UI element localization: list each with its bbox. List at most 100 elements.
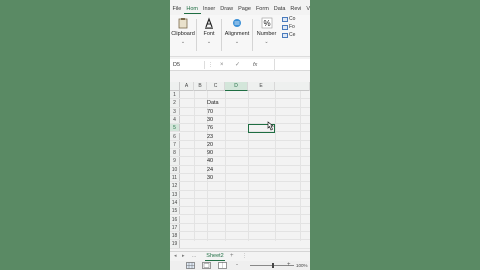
table-row: 3 70	[170, 107, 310, 116]
cell-b11[interactable]: 30	[207, 174, 213, 182]
svg-text:%: %	[263, 19, 270, 28]
row-header[interactable]: 12	[170, 182, 180, 190]
row-header[interactable]: 18	[170, 232, 180, 240]
column-header-c[interactable]: C	[207, 82, 225, 91]
enter-button[interactable]: ✓	[235, 60, 240, 70]
font-icon	[205, 17, 213, 29]
row-header[interactable]: 11	[170, 174, 180, 182]
row-header[interactable]: 13	[170, 190, 180, 198]
table-row: 9 40	[170, 157, 310, 166]
cell-b7[interactable]: 20	[207, 141, 213, 149]
column-header-row: ABCDE	[170, 82, 310, 91]
table-row: 2 Data	[170, 99, 310, 108]
format-as-table-button[interactable]: Fo	[282, 23, 310, 31]
status-bar: - + 100%	[170, 261, 310, 270]
alignment-icon	[233, 19, 241, 27]
number-group[interactable]: % Number ⌄	[253, 15, 280, 57]
row-header[interactable]: 16	[170, 215, 180, 223]
clipboard-group[interactable]: Clipboard ⌄	[170, 15, 196, 57]
cell-b2[interactable]: Data	[207, 99, 219, 107]
cell-b4[interactable]: 30	[207, 116, 213, 124]
table-row: 5 76	[170, 124, 310, 133]
tab-page[interactable]: Page	[236, 4, 254, 14]
column-header-b[interactable]: B	[194, 82, 207, 91]
clipboard-icon	[178, 18, 188, 29]
table-row: 17	[170, 223, 310, 233]
zoom-slider-thumb[interactable]	[272, 263, 274, 268]
tab-hom[interactable]: Hom	[183, 4, 201, 14]
conditional-formatting-button[interactable]: Co	[282, 15, 310, 23]
zoom-in-button[interactable]: +	[287, 261, 291, 270]
zoom-out-button[interactable]: -	[236, 261, 238, 270]
sheet-options-icon: ⋮	[242, 253, 247, 259]
name-box[interactable]: D5	[171, 61, 205, 69]
table-row: 6 23	[170, 132, 310, 141]
cancel-button[interactable]: ×	[220, 60, 224, 70]
tab-inser[interactable]: Inser	[201, 4, 218, 14]
column-header-partial[interactable]	[300, 82, 310, 91]
cell-b10[interactable]: 24	[207, 166, 213, 174]
insert-function-button[interactable]: fx	[253, 60, 257, 70]
cell-b8[interactable]: 90	[207, 149, 213, 157]
row-header[interactable]: 3	[170, 107, 180, 115]
formula-bar: D5 ⋮ × ✓ fx	[170, 59, 310, 71]
sheet-next-button[interactable]: ▸	[182, 252, 185, 261]
excel-window: FileHomInserDrawPageFormDataReviView Cli…	[170, 0, 310, 270]
row-header[interactable]: 5	[170, 124, 180, 132]
alignment-group[interactable]: Alignment ⌄	[222, 15, 252, 57]
tab-draw[interactable]: Draw	[218, 4, 236, 14]
font-label: Font	[203, 31, 215, 37]
tab-file[interactable]: File	[170, 4, 184, 14]
table-row: 8 90	[170, 149, 310, 158]
sheet-tab[interactable]: Sheet2	[205, 252, 225, 261]
formula-input[interactable]	[274, 59, 310, 71]
row-header[interactable]: 10	[170, 165, 180, 173]
tab-view[interactable]: View	[304, 4, 310, 14]
column-header-e[interactable]: E	[248, 82, 275, 91]
row-header[interactable]: 4	[170, 115, 180, 124]
cell-b9[interactable]: 40	[207, 157, 213, 165]
row-header[interactable]: 9	[170, 157, 180, 165]
table-row: 15	[170, 207, 310, 216]
table-row: 10 24	[170, 165, 310, 174]
font-group[interactable]: Font ⌄	[197, 15, 221, 57]
row-header[interactable]: 17	[170, 223, 180, 232]
zoom-level[interactable]: 100%	[296, 261, 308, 270]
table-row: 11 30	[170, 174, 310, 183]
row-header[interactable]: 14	[170, 198, 180, 207]
column-header-a[interactable]: A	[180, 82, 194, 91]
table-icon	[282, 24, 288, 30]
select-all-button[interactable]	[170, 82, 180, 91]
tab-form[interactable]: Form	[253, 4, 271, 14]
cell-b6[interactable]: 23	[207, 133, 213, 141]
normal-view-icon[interactable]	[186, 262, 195, 269]
more-icon: ⋮	[208, 62, 213, 68]
row-header[interactable]: 6	[170, 132, 180, 140]
row-header[interactable]: 7	[170, 140, 180, 149]
tab-revi[interactable]: Revi	[288, 4, 304, 14]
page-break-icon[interactable]	[218, 262, 227, 269]
row-header[interactable]: 19	[170, 240, 180, 248]
tab-data[interactable]: Data	[271, 4, 288, 14]
cell-b5[interactable]: 76	[207, 124, 213, 132]
chevron-down-icon: ⌄	[234, 39, 240, 45]
table-row: 14	[170, 198, 310, 208]
cell-styles-button[interactable]: Ce	[282, 31, 310, 39]
alignment-label: Alignment	[224, 31, 250, 37]
table-row: 12	[170, 182, 310, 191]
row-header[interactable]: 1	[170, 91, 180, 99]
page-layout-icon[interactable]	[202, 262, 211, 269]
cell-b3[interactable]: 70	[207, 108, 213, 116]
sheet-prev-button[interactable]: ◂	[174, 252, 177, 261]
row-header[interactable]: 15	[170, 207, 180, 215]
row-header[interactable]: 8	[170, 149, 180, 157]
table-row: 16	[170, 215, 310, 224]
table-row: 13	[170, 190, 310, 199]
row-header[interactable]: 2	[170, 99, 180, 107]
sheet-more-button[interactable]: ...	[192, 252, 196, 261]
add-sheet-button[interactable]: +	[230, 252, 234, 261]
table-row: 18	[170, 232, 310, 241]
sheet-tab-bar: ◂ ▸ ... Sheet2 + ⋮	[170, 251, 310, 261]
chevron-down-icon: ⌄	[180, 39, 186, 45]
column-header-d[interactable]: D	[225, 82, 248, 91]
